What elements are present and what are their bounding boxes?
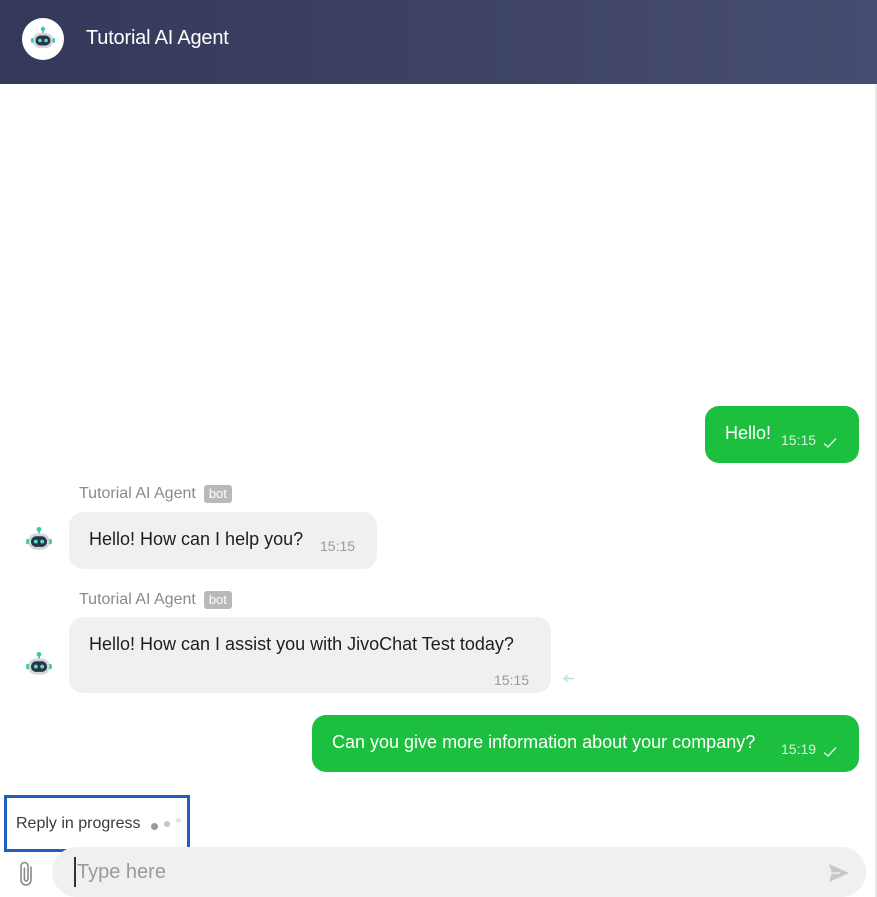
typing-dot xyxy=(164,821,170,827)
reply-icon[interactable] xyxy=(562,671,575,689)
robot-avatar-icon xyxy=(22,18,64,60)
send-icon[interactable] xyxy=(828,863,850,888)
typing-dot xyxy=(151,823,158,830)
sender-row: Tutorial AI Agent bot xyxy=(79,591,232,609)
message-input[interactable] xyxy=(74,857,794,887)
paperclip-icon[interactable] xyxy=(17,860,37,893)
chat-title: Tutorial AI Agent xyxy=(86,27,229,49)
message-time: 15:15 xyxy=(781,432,817,448)
message-time: 15:15 xyxy=(494,672,530,688)
typing-dot xyxy=(176,818,181,823)
bot-avatar-icon xyxy=(23,524,55,556)
check-icon xyxy=(823,433,837,454)
incoming-message: Hello! How can I help you? 15:15 xyxy=(69,512,377,569)
message-time: 15:15 xyxy=(320,538,356,554)
bot-badge: bot xyxy=(203,485,232,503)
message-text: Hello! How can I help you? xyxy=(89,529,304,549)
message-time: 15:19 xyxy=(781,741,817,757)
composer xyxy=(52,847,866,897)
sender-name: Tutorial AI Agent xyxy=(79,591,196,608)
outgoing-message: Can you give more information about your… xyxy=(312,715,859,772)
message-text: Hello! xyxy=(725,423,772,443)
message-text: Hello! How can I assist you with JivoCha… xyxy=(89,634,514,654)
bot-badge: bot xyxy=(203,591,232,609)
chat-header: Tutorial AI Agent xyxy=(0,0,877,84)
bot-avatar-icon xyxy=(23,649,55,681)
check-icon xyxy=(823,742,837,763)
incoming-message: Hello! How can I assist you with JivoCha… xyxy=(69,617,551,693)
typing-text: Reply in progress xyxy=(16,815,141,832)
message-text: Can you give more information about your… xyxy=(332,732,756,752)
sender-row: Tutorial AI Agent bot xyxy=(79,485,232,503)
outgoing-message: Hello! 15:15 xyxy=(705,406,859,463)
typing-indicator: Reply in progress xyxy=(4,795,190,852)
sender-name: Tutorial AI Agent xyxy=(79,485,196,502)
